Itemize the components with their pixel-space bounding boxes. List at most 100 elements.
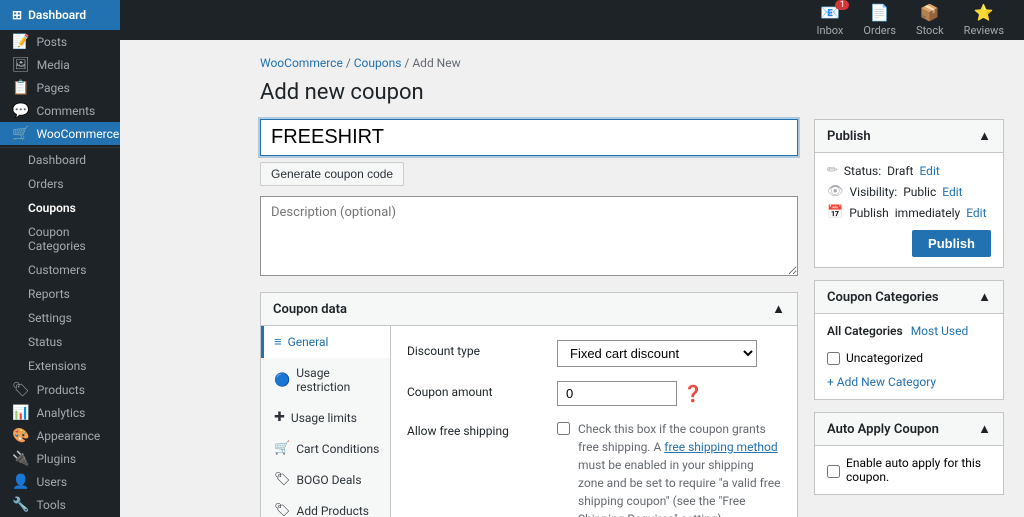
coupon-categories-header: Coupon Categories ▲ xyxy=(815,281,1003,314)
sidebar-woo-section: Dashboard Orders Coupons Coupon Categori… xyxy=(0,147,120,378)
discount-type-select[interactable]: Percentage discount Fixed cart discount … xyxy=(557,340,757,367)
breadcrumb-coupons[interactable]: Coupons xyxy=(354,56,402,70)
inbox-badge: 1 xyxy=(835,0,849,10)
free-shipping-label: Allow free shipping xyxy=(407,420,547,438)
tab-most-used[interactable]: Most Used xyxy=(911,324,969,338)
breadcrumb-woocommerce[interactable]: WooCommerce xyxy=(260,56,343,70)
publish-title: Publish xyxy=(827,129,871,144)
auto-apply-header: Auto Apply Coupon ▲ xyxy=(815,413,1003,446)
topbar: 📧 Inbox 1 📄 Orders 📦 Stock ⭐ Reviews xyxy=(120,0,1024,40)
appearance-icon: 🎨 xyxy=(12,428,29,444)
sidebar-sub-reports[interactable]: Reports xyxy=(0,282,120,306)
free-shipping-checkbox[interactable] xyxy=(557,422,570,435)
sidebar-item-products[interactable]: 🏷 Products xyxy=(0,378,120,401)
tab-cart-conditions[interactable]: 🛒 Cart Conditions xyxy=(261,433,390,464)
free-shipping-link[interactable]: free shipping method xyxy=(664,440,777,454)
tab-usage-limits-label: Usage limits xyxy=(291,411,357,425)
description-textarea[interactable] xyxy=(260,196,798,276)
sidebar-item-label: Plugins xyxy=(36,452,76,466)
tab-usage-limits[interactable]: ✚ Usage limits xyxy=(261,402,390,433)
status-label: Status: xyxy=(844,164,881,178)
auto-apply-label: Enable auto apply for this coupon. xyxy=(846,456,991,484)
reviews-icon: ⭐ xyxy=(974,3,994,22)
content-sidebar: Publish ▲ ✏ Status: Draft Edit 👁 Visibil… xyxy=(814,119,1004,507)
coupon-categories-box: Coupon Categories ▲ All Categories Most … xyxy=(814,280,1004,400)
generate-coupon-btn[interactable]: Generate coupon code xyxy=(260,162,404,186)
topbar-orders[interactable]: 📄 Orders xyxy=(863,3,896,37)
tab-general[interactable]: ≡ General xyxy=(261,326,390,358)
pages-icon: 📋 xyxy=(12,80,29,96)
sidebar-logo[interactable]: ⊞ Dashboard xyxy=(0,0,120,30)
sidebar-item-posts[interactable]: 📝 Posts xyxy=(0,30,120,53)
help-icon[interactable]: ❓ xyxy=(683,384,703,403)
sidebar-item-label: Analytics xyxy=(36,406,85,420)
sidebar-sub-settings[interactable]: Settings xyxy=(0,306,120,330)
visibility-edit-link[interactable]: Edit xyxy=(942,185,962,199)
usage-restriction-icon: 🔵 xyxy=(274,373,290,388)
topbar-reviews[interactable]: ⭐ Reviews xyxy=(964,3,1004,37)
coupon-data-header[interactable]: Coupon data ▲ xyxy=(261,293,797,326)
topbar-inbox[interactable]: 📧 Inbox 1 xyxy=(817,3,844,37)
sidebar-sub-extensions[interactable]: Extensions xyxy=(0,354,120,378)
woocommerce-icon: 🛒 xyxy=(12,126,29,142)
tab-cart-conditions-label: Cart Conditions xyxy=(296,442,379,456)
orders-icon: 📄 xyxy=(870,3,890,22)
page-title: Add new coupon xyxy=(260,80,1004,105)
topbar-stock[interactable]: 📦 Stock xyxy=(916,3,944,37)
categories-collapse-icon: ▲ xyxy=(978,289,991,305)
sidebar-sub-coupon-categories[interactable]: Coupon Categories xyxy=(0,220,120,258)
publish-box: Publish ▲ ✏ Status: Draft Edit 👁 Visibil… xyxy=(814,119,1004,268)
users-icon: 👤 xyxy=(12,474,29,490)
free-shipping-desc: Check this box if the coupon grants free… xyxy=(578,420,781,517)
coupon-amount-row: Coupon amount ❓ xyxy=(407,381,781,406)
sidebar-item-users[interactable]: 👤 Users xyxy=(0,471,120,494)
discount-type-field: Percentage discount Fixed cart discount … xyxy=(557,340,781,367)
sidebar-sub-coupons[interactable]: Coupons xyxy=(0,196,120,220)
coupon-categories-body: All Categories Most Used Uncategorized +… xyxy=(815,314,1003,399)
comments-icon: 💬 xyxy=(12,103,29,119)
publish-collapse-icon: ▲ xyxy=(978,128,991,144)
content-main: Generate coupon code Coupon data ▲ ≡ Gen… xyxy=(260,119,798,517)
tab-bogo-deals[interactable]: 🏷 BOGO Deals xyxy=(261,464,390,495)
topbar-orders-label: Orders xyxy=(863,24,896,37)
sidebar-item-media[interactable]: 🖼 Media xyxy=(0,53,120,76)
sidebar-item-pages[interactable]: 📋 Pages xyxy=(0,76,120,99)
publish-box-header: Publish ▲ xyxy=(815,120,1003,153)
tab-add-products[interactable]: 🏷 Add Products xyxy=(261,495,390,517)
tools-icon: 🔧 xyxy=(12,497,29,513)
tab-all-categories[interactable]: All Categories xyxy=(827,324,903,338)
tab-usage-restriction[interactable]: 🔵 Usage restriction xyxy=(261,358,390,402)
sidebar-item-label: WooCommerce xyxy=(36,127,119,141)
topbar-reviews-label: Reviews xyxy=(964,24,1004,37)
auto-apply-checkbox[interactable] xyxy=(827,465,840,478)
sidebar-item-analytics[interactable]: 📊 Analytics xyxy=(0,402,120,425)
coupon-code-input[interactable] xyxy=(260,119,798,156)
category-uncategorized-label: Uncategorized xyxy=(846,351,923,365)
sidebar-item-plugins[interactable]: 🔌 Plugins xyxy=(0,448,120,471)
sidebar-sub-status[interactable]: Status xyxy=(0,330,120,354)
bogo-deals-icon: 🏷 xyxy=(274,472,291,487)
sidebar-item-appearance[interactable]: 🎨 Appearance xyxy=(0,425,120,448)
publish-date-label: Publish xyxy=(849,206,889,220)
sidebar-item-tools[interactable]: 🔧 Tools xyxy=(0,494,120,517)
add-new-category-link[interactable]: + Add New Category xyxy=(827,375,991,389)
cart-conditions-icon: 🛒 xyxy=(274,441,290,456)
coupon-data-panel: Coupon data ▲ ≡ General 🔵 Usage restrict… xyxy=(260,292,798,517)
sidebar-item-label: Pages xyxy=(36,81,69,95)
sidebar-item-label: Media xyxy=(37,58,70,72)
coupon-amount-field: ❓ xyxy=(557,381,781,406)
status-value: Draft xyxy=(887,164,913,178)
sidebar-sub-customers[interactable]: Customers xyxy=(0,258,120,282)
status-edit-link[interactable]: Edit xyxy=(919,164,939,178)
add-products-icon: 🏷 xyxy=(274,503,291,517)
tab-content-general: Discount type Percentage discount Fixed … xyxy=(391,326,797,517)
sidebar-item-comments[interactable]: 💬 Comments xyxy=(0,99,120,122)
publish-date-edit-link[interactable]: Edit xyxy=(966,206,986,220)
category-uncategorized-checkbox[interactable] xyxy=(827,352,840,365)
sidebar-item-woocommerce[interactable]: 🛒 WooCommerce xyxy=(0,122,120,145)
sidebar-sub-orders[interactable]: Orders xyxy=(0,172,120,196)
publish-button[interactable]: Publish xyxy=(912,230,991,257)
sidebar-sub-dashboard[interactable]: Dashboard xyxy=(0,148,120,172)
stock-icon: 📦 xyxy=(920,3,940,22)
coupon-amount-input[interactable] xyxy=(557,381,677,406)
